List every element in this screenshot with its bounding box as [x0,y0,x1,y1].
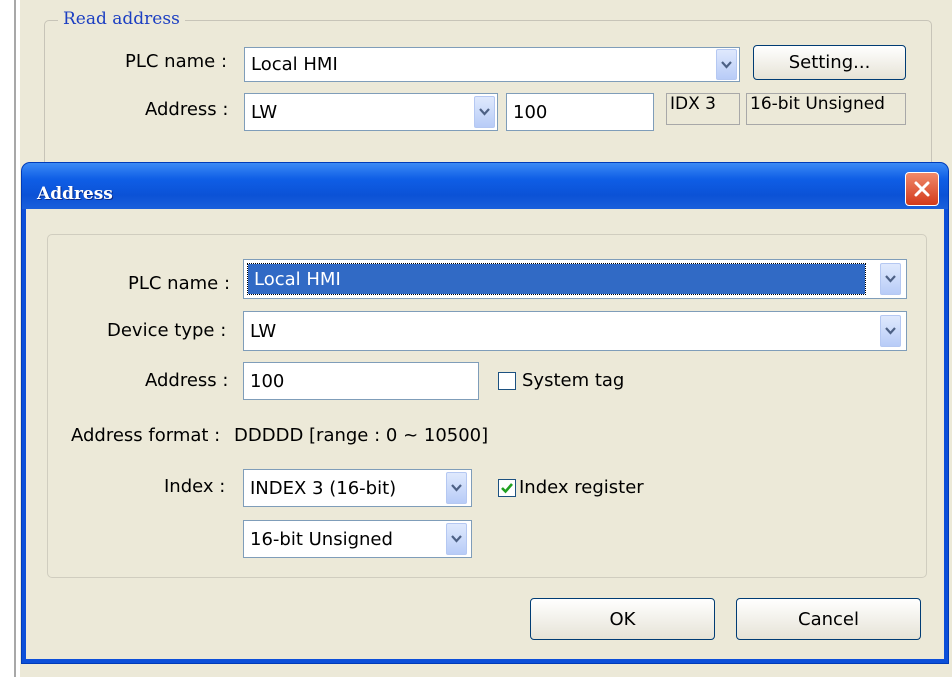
dialog-device-type-arrow-icon[interactable] [880,315,901,347]
data-format-dropdown-arrow-icon[interactable] [446,523,467,555]
address-format-value: DDDDD [range : 0 ~ 10500] [234,425,489,446]
plc-name-dropdown[interactable]: Local HMI [244,47,740,82]
dialog-titlebar[interactable] [22,163,948,209]
index-dropdown-arrow-icon[interactable] [446,472,467,504]
data-format-value: 16-bit Unsigned [250,528,393,550]
data-format-dropdown[interactable]: 16-bit Unsigned [243,520,472,558]
dialog-device-type-value: LW [250,320,277,342]
device-type-dropdown-arrow-icon[interactable] [474,96,495,128]
index-indicator: IDX 3 [666,93,740,125]
dialog-plc-name-value: Local HMI [247,263,866,295]
dialog-address-input[interactable]: 100 [243,362,479,400]
system-tag-checkbox[interactable] [498,372,516,390]
dialog-plc-name-label: PLC name : [128,273,231,294]
dialog-title: Address [37,184,113,204]
address-format-label: Address format : [71,425,221,446]
plc-name-label: PLC name : [125,51,228,72]
index-dropdown[interactable]: INDEX 3 (16-bit) [243,469,472,507]
data-format-indicator: 16-bit Unsigned [746,93,906,125]
system-tag-label: System tag [522,370,625,391]
data-format-indicator-text: 16-bit Unsigned [750,94,885,114]
device-type-label: Device type : [107,320,227,341]
cancel-button[interactable]: Cancel [736,598,921,640]
index-indicator-text: IDX 3 [670,94,716,114]
ok-button[interactable]: OK [530,598,715,640]
dialog-device-type-dropdown[interactable]: LW [243,311,907,351]
index-register-label: Index register [519,477,644,498]
read-address-title: Read address [58,7,185,31]
index-value: INDEX 3 (16-bit) [250,477,397,499]
dialog-address-value: 100 [250,370,285,392]
device-type-dropdown[interactable]: LW [244,93,498,131]
dialog-address-label: Address : [145,370,229,391]
plc-name-dropdown-arrow-icon[interactable] [716,49,737,80]
device-type-value: LW [251,101,278,123]
index-label: Index : [164,476,226,497]
checkmark-icon [501,483,513,494]
index-register-checkbox[interactable] [498,479,516,497]
close-icon[interactable] [905,172,939,206]
dialog-plc-name-arrow-icon[interactable] [880,263,901,295]
plc-name-value: Local HMI [251,54,338,75]
address-label: Address : [145,99,229,120]
setting-button[interactable]: Setting... [753,45,906,80]
address-value: 100 [513,101,548,123]
window-edge-line [14,0,16,677]
dialog-plc-name-dropdown[interactable]: Local HMI [243,259,907,299]
address-input[interactable]: 100 [506,93,654,131]
